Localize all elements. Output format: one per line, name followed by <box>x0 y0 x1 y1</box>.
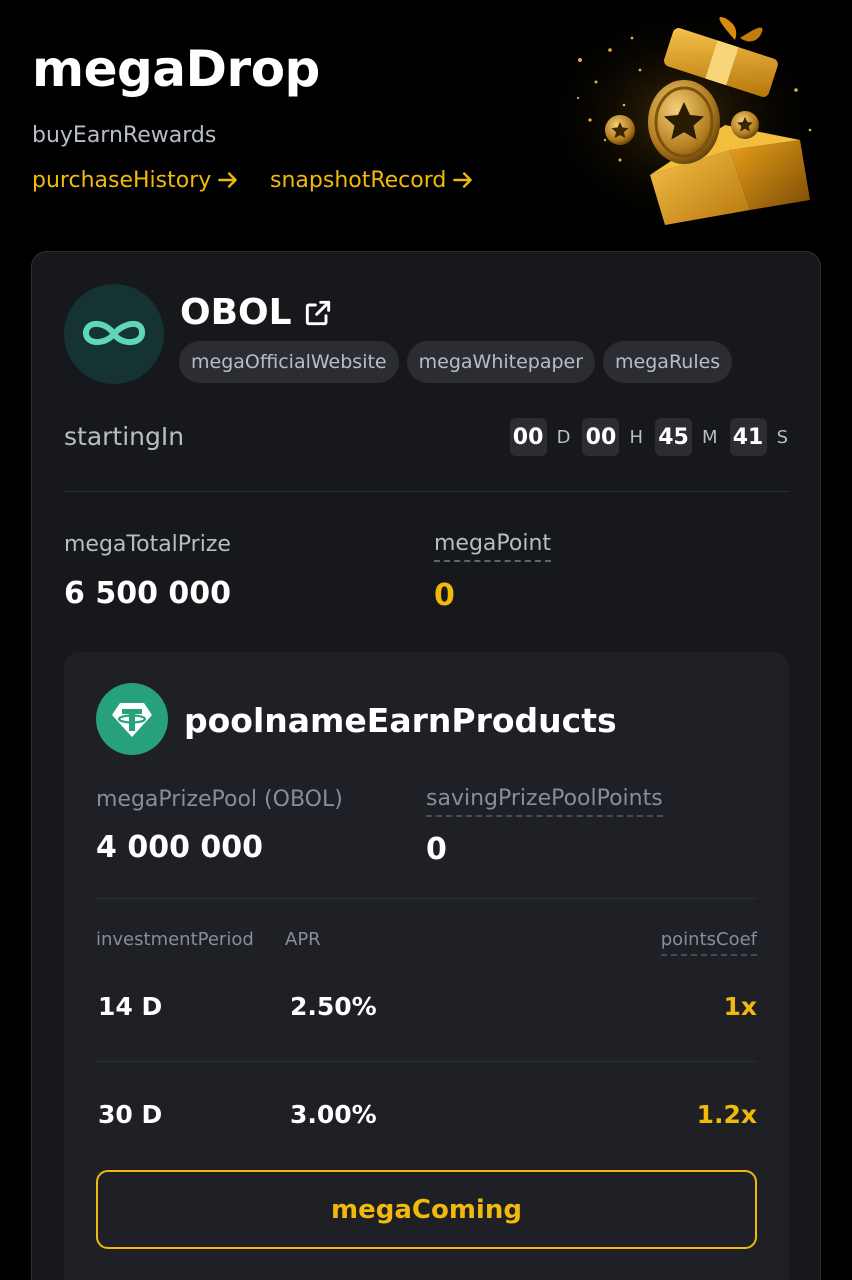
period-column-header: investmentPeriod <box>96 929 254 950</box>
official-website-chip[interactable]: megaOfficialWebsite <box>179 341 399 383</box>
obol-logo <box>64 284 164 384</box>
starting-in-label: startingIn <box>64 422 185 451</box>
countdown-minutes-unit: M <box>702 426 718 448</box>
snapshot-record-label: snapshotRecord <box>270 167 447 193</box>
coming-soon-button[interactable]: megaComing <box>96 1170 757 1249</box>
row-period: 14 D <box>98 992 163 1021</box>
pool-name: poolnameEarnProducts <box>184 701 617 740</box>
external-link-icon <box>305 300 330 325</box>
apr-column-header: APR <box>285 929 321 950</box>
rules-chip[interactable]: megaRules <box>603 341 733 383</box>
pool-divider <box>96 898 757 899</box>
earn-pool-card: poolnameEarnProducts megaPrizePool (OBOL… <box>64 652 789 1280</box>
row-points-coef: 1x <box>723 992 757 1021</box>
token-name-link[interactable]: OBOL <box>180 292 334 333</box>
row-apr: 3.00% <box>290 1100 377 1129</box>
prize-pool-value: 4 000 000 <box>96 830 264 865</box>
purchase-history-label: purchaseHistory <box>32 167 212 193</box>
mega-point-value: 0 <box>434 578 455 613</box>
points-coef-column-header[interactable]: pointsCoef <box>660 929 757 956</box>
total-prize-label: megaTotalPrize <box>64 532 231 557</box>
countdown-days: 00 <box>509 418 547 456</box>
row-divider <box>96 1061 757 1062</box>
megadrop-page: megaDrop buyEarnRewards purchaseHistory … <box>0 0 852 1280</box>
whitepaper-chip[interactable]: megaWhitepaper <box>406 341 596 383</box>
row-period: 30 D <box>98 1100 163 1129</box>
mega-point-label[interactable]: megaPoint <box>434 531 552 562</box>
arrow-right-icon <box>453 172 473 188</box>
gift-box-coin-illustration <box>560 10 830 225</box>
page-title: megaDrop <box>32 40 320 98</box>
row-points-coef: 1.2x <box>696 1100 757 1129</box>
token-name: OBOL <box>180 292 292 333</box>
snapshot-record-link[interactable]: snapshotRecord <box>270 167 476 193</box>
countdown-timer: 00 D 00 H 45 M 41 S <box>509 418 788 456</box>
saving-pool-points-label[interactable]: savingPrizePoolPoints <box>426 786 663 817</box>
purchase-history-link[interactable]: purchaseHistory <box>32 167 241 193</box>
countdown-seconds: 41 <box>729 418 767 456</box>
total-prize-value: 6 500 000 <box>64 576 232 611</box>
countdown-hours: 00 <box>582 418 620 456</box>
countdown-hours-unit: H <box>629 426 644 448</box>
section-divider <box>64 491 789 492</box>
prize-pool-label: megaPrizePool (OBOL) <box>96 787 343 812</box>
infinity-icon <box>83 321 145 345</box>
row-apr: 2.50% <box>290 992 377 1021</box>
page-subtitle: buyEarnRewards <box>32 123 217 148</box>
arrow-right-icon <box>218 172 238 188</box>
project-links: megaOfficialWebsite megaWhitepaper megaR… <box>179 341 733 383</box>
countdown-days-unit: D <box>556 426 571 448</box>
tether-icon <box>112 703 152 737</box>
countdown-minutes: 45 <box>655 418 693 456</box>
saving-pool-points-value: 0 <box>426 832 447 867</box>
tether-logo <box>96 683 168 755</box>
megadrop-project-card: OBOL megaOfficialWebsite megaWhitepaper … <box>31 251 821 1280</box>
countdown-seconds-unit: S <box>776 426 788 448</box>
